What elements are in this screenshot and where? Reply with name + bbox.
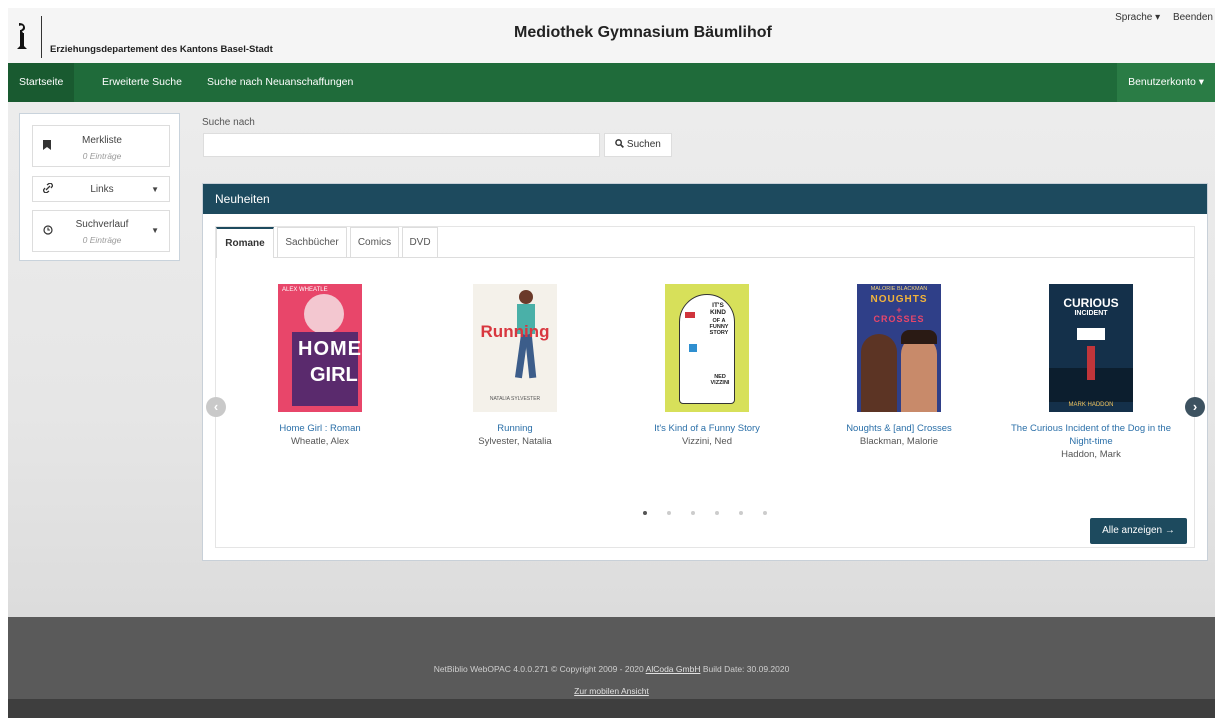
page-frame: Erziehungsdepartement des Kantons Basel-… bbox=[8, 8, 1215, 718]
book-title[interactable]: Running bbox=[425, 422, 605, 435]
carousel-page-dot[interactable] bbox=[739, 511, 743, 515]
tab-dvd[interactable]: DVD bbox=[402, 227, 438, 257]
sidebar-links[interactable]: Links ▼ bbox=[32, 176, 170, 202]
site-title: Mediothek Gymnasium Bäumlihof bbox=[514, 24, 772, 41]
nav-account-menu[interactable]: Benutzerkonto ▾ bbox=[1117, 63, 1215, 102]
carousel-page-dot[interactable] bbox=[715, 511, 719, 515]
book-author: Blackman, Malorie bbox=[859, 436, 939, 447]
book-title[interactable]: Home Girl : Roman bbox=[230, 422, 410, 435]
search-input[interactable] bbox=[203, 133, 600, 157]
mobile-view-link[interactable]: Zur mobilen Ansicht bbox=[8, 686, 1215, 696]
nav-home[interactable]: Startseite bbox=[8, 63, 75, 102]
chevron-right-icon: › bbox=[1192, 399, 1198, 414]
carousel-page-dot[interactable] bbox=[763, 511, 767, 515]
sidebar-search-history[interactable]: Suchverlauf 0 Einträge ▼ bbox=[32, 210, 170, 252]
tab-comics[interactable]: Comics bbox=[350, 227, 399, 257]
book-item[interactable]: IT'S KIND OF A FUNNY STORY NED VIZZINI I… bbox=[617, 284, 797, 448]
footer-copyright: NetBiblio WebOPAC 4.0.0.271 © Copyright … bbox=[8, 664, 1215, 674]
carousel-page-dot[interactable] bbox=[643, 511, 647, 515]
footer-bottom-bar bbox=[8, 699, 1215, 718]
book-title-line: Night-time bbox=[1069, 436, 1113, 447]
tab-sachbuecher[interactable]: Sachbücher bbox=[277, 227, 347, 257]
chevron-down-icon: ▼ bbox=[151, 185, 159, 194]
chevron-left-icon: ‹ bbox=[213, 399, 219, 414]
footer-text-before: NetBiblio WebOPAC 4.0.0.271 © Copyright … bbox=[433, 664, 646, 674]
book-cover-image[interactable]: CURIOUS INCIDENT MARK HADDON bbox=[1049, 284, 1133, 412]
book-author: Sylvester, Natalia bbox=[478, 436, 552, 447]
book-title[interactable]: Noughts & [and] Crosses bbox=[809, 422, 989, 435]
nav-advanced-search[interactable]: Erweiterte Suche bbox=[91, 63, 193, 102]
search-icon bbox=[615, 139, 625, 148]
footer: NetBiblio WebOPAC 4.0.0.271 © Copyright … bbox=[8, 617, 1215, 718]
book-author: Wheatle, Alex bbox=[290, 436, 350, 447]
book-author: Haddon, Mark bbox=[1061, 449, 1121, 460]
org-name: Erziehungsdepartement des Kantons Basel-… bbox=[50, 44, 273, 55]
tab-romane[interactable]: Romane bbox=[216, 227, 274, 258]
panel-title: Neuheiten bbox=[203, 184, 1207, 214]
carousel-container: Romane Sachbücher Comics DVD ‹ › ALEX WH… bbox=[206, 226, 1205, 548]
header: Erziehungsdepartement des Kantons Basel-… bbox=[8, 8, 1215, 63]
company-link[interactable]: AlCoda GmbH bbox=[646, 664, 701, 674]
book-item[interactable]: ALEX WHEATLE HOME GIRL Home Girl : Roman… bbox=[230, 284, 410, 448]
book-cover-image[interactable]: IT'S KIND OF A FUNNY STORY NED VIZZINI bbox=[665, 284, 749, 412]
search-button-label: Suchen bbox=[626, 139, 661, 150]
basel-staff-logo-icon bbox=[17, 23, 27, 49]
carousel-page-dot[interactable] bbox=[691, 511, 695, 515]
footer-text-after: Build Date: 30.09.2020 bbox=[700, 664, 790, 674]
book-author: Vizzini, Ned bbox=[682, 436, 732, 447]
new-items-panel: Neuheiten Romane Sachbücher Comics DVD ‹… bbox=[202, 183, 1208, 561]
watchlist-count: 0 Einträge bbox=[82, 151, 122, 161]
language-menu[interactable]: Sprache ▾ bbox=[1115, 12, 1160, 23]
book-cover-image[interactable]: MALORIE BLACKMAN NOUGHTS + CROSSES bbox=[857, 284, 941, 412]
carousel-next-button[interactable]: › bbox=[1185, 397, 1205, 417]
carousel-prev-button[interactable]: ‹ bbox=[206, 397, 226, 417]
show-all-button[interactable]: Alle anzeigen → bbox=[1090, 518, 1187, 544]
carousel-pagination bbox=[643, 506, 787, 518]
watchlist-label: Merkliste bbox=[81, 135, 122, 146]
book-item[interactable]: MALORIE BLACKMAN NOUGHTS + CROSSES Nough… bbox=[809, 284, 989, 448]
exit-link[interactable]: Beenden bbox=[1173, 12, 1213, 23]
book-item[interactable]: Running NATALIA SYLVESTER Running Sylves… bbox=[425, 284, 605, 448]
sidebar-watchlist[interactable]: Merkliste 0 Einträge bbox=[32, 125, 170, 167]
book-title[interactable]: The Curious Incident of the Dog in the N… bbox=[1001, 422, 1181, 448]
logo-divider bbox=[41, 16, 42, 58]
sidebar: Merkliste 0 Einträge Links ▼ Suchverlauf… bbox=[19, 113, 180, 261]
carousel-page-dot[interactable] bbox=[667, 511, 671, 515]
book-cover-image[interactable]: ALEX WHEATLE HOME GIRL bbox=[278, 284, 362, 412]
chevron-down-icon: ▼ bbox=[151, 226, 159, 235]
search-history-count: 0 Einträge bbox=[82, 235, 122, 245]
search-button[interactable]: Suchen bbox=[604, 133, 672, 157]
nav-new-acquisitions[interactable]: Suche nach Neuanschaffungen bbox=[196, 63, 364, 102]
book-item[interactable]: CURIOUS INCIDENT MARK HADDON The Curious… bbox=[1001, 284, 1181, 461]
book-cover-image[interactable]: Running NATALIA SYLVESTER bbox=[473, 284, 557, 412]
search-label: Suche nach bbox=[202, 117, 255, 128]
main-navbar: Startseite Erweiterte Suche Suche nach N… bbox=[8, 63, 1215, 102]
book-title-line: The Curious Incident of the Dog in the bbox=[1010, 423, 1171, 434]
book-title[interactable]: It's Kind of a Funny Story bbox=[617, 422, 797, 435]
category-tabs: Romane Sachbücher Comics DVD bbox=[216, 227, 1194, 258]
top-links: Sprache ▾ Beenden bbox=[1105, 12, 1213, 23]
